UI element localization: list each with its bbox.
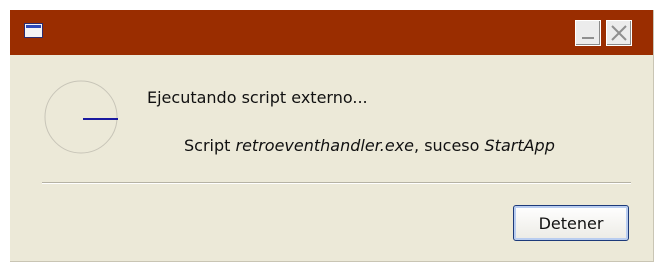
detail-prefix: Script xyxy=(184,136,236,155)
close-button[interactable] xyxy=(606,20,632,46)
window-icon[interactable] xyxy=(24,23,43,38)
close-icon xyxy=(611,25,627,41)
script-name: retroeventhandler.exe xyxy=(235,136,415,155)
minimize-icon xyxy=(582,37,594,39)
stop-button[interactable]: Detener xyxy=(513,205,629,241)
detail-middle: , suceso xyxy=(414,136,485,155)
event-name: StartApp xyxy=(484,136,555,155)
status-message: Ejecutando script externo... xyxy=(147,88,368,107)
dialog-window: Ejecutando script externo... Script retr… xyxy=(10,10,654,262)
minimize-button[interactable] xyxy=(575,20,601,46)
title-bar[interactable] xyxy=(10,10,653,55)
stop-button-label: Detener xyxy=(538,213,604,233)
spinner-icon xyxy=(44,80,118,154)
script-detail: Script retroeventhandler.exe, suceso Sta… xyxy=(184,136,555,155)
divider xyxy=(42,182,631,184)
